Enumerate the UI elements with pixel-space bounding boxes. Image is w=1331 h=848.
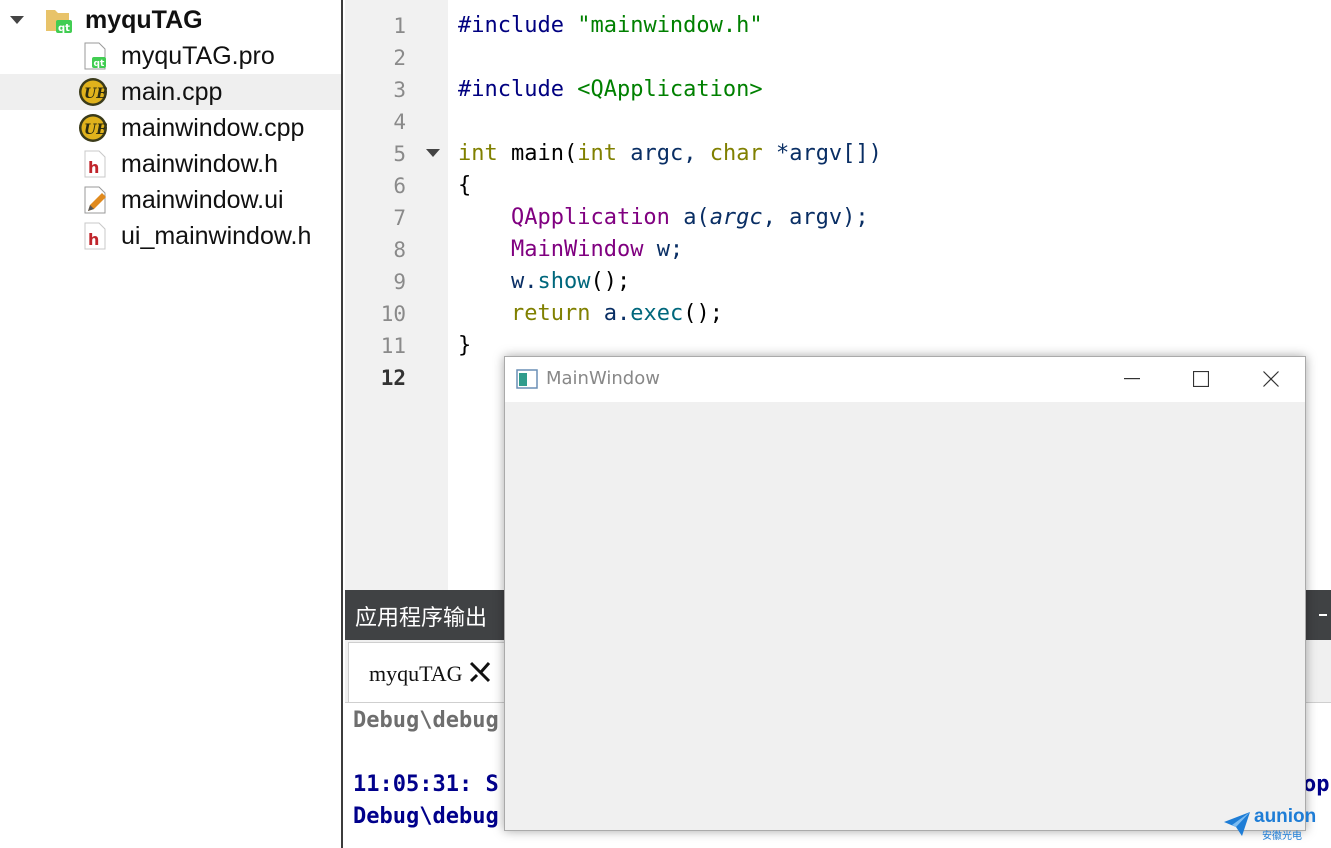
main-window-app[interactable]: MainWindow xyxy=(504,356,1306,831)
keyword: int xyxy=(458,141,498,166)
tree-root-label: myquTAG xyxy=(85,5,203,34)
cpp-source-file-icon: UE xyxy=(79,78,107,106)
tree-item-ui-mainwindow-h[interactable]: h ui_mainwindow.h xyxy=(0,218,341,254)
keyword: return xyxy=(510,301,591,326)
line-number: 7 xyxy=(393,206,406,230)
line-number: 11 xyxy=(380,334,406,358)
include-path: <QApplication> xyxy=(577,77,763,102)
window-title-bar[interactable]: MainWindow xyxy=(505,357,1305,402)
arguments: , argv); xyxy=(762,205,869,230)
code-line-7: QApplication a(argc, argv); xyxy=(458,202,869,234)
cpp-source-file-icon: UE xyxy=(79,114,107,142)
line-number: 4 xyxy=(393,110,406,134)
project-tree: qt myquTAG qt myquTAG.pro UE main.cpp UE… xyxy=(0,0,343,848)
code-line-5: int main(int argc, char *argv[]) xyxy=(458,138,882,170)
line-number: 1 xyxy=(393,14,406,38)
tree-item-label: mainwindow.ui xyxy=(121,185,284,214)
code-line-3: #include <QApplication> xyxy=(458,74,763,106)
paper-plane-icon xyxy=(1224,812,1250,836)
watermark-logo: aunion 安徽光电 xyxy=(1222,806,1327,842)
tree-item-main-cpp[interactable]: UE main.cpp xyxy=(0,74,341,110)
project-folder-icon: qt xyxy=(46,10,72,34)
header-file-icon: h xyxy=(84,222,106,250)
code-line-9: w.show(); xyxy=(458,266,630,298)
current-line-number: 12 xyxy=(380,366,406,390)
preprocessor-directive: #include xyxy=(458,77,564,102)
output-line: Debug\debug xyxy=(353,804,499,829)
watermark-subtext: 安徽光电 xyxy=(1262,831,1302,842)
tree-item-label: mainwindow.h xyxy=(121,149,279,178)
output-line-fragment: op xyxy=(1303,772,1330,797)
code-line-1: #include "mainwindow.h" xyxy=(458,10,763,42)
method-call: show xyxy=(537,269,591,294)
output-line: Debug\debug xyxy=(353,708,499,733)
minimize-icon xyxy=(1124,378,1140,380)
code-line-10: return a.exec(); xyxy=(458,298,723,330)
tree-item-label: mainwindow.cpp xyxy=(121,113,305,142)
app-window-icon xyxy=(516,369,538,389)
svg-text:UE: UE xyxy=(84,122,107,138)
header-file-icon: h xyxy=(84,150,106,178)
close-tab-icon[interactable] xyxy=(467,659,493,685)
keyword: int xyxy=(577,141,617,166)
line-number: 6 xyxy=(393,174,406,198)
close-icon xyxy=(1263,371,1279,387)
maximize-button[interactable] xyxy=(1166,357,1236,402)
tree-item-label: main.cpp xyxy=(121,77,223,106)
code-line-11: } xyxy=(458,333,472,358)
svg-text:h: h xyxy=(88,230,99,249)
line-number: 10 xyxy=(380,302,406,326)
variable: w; xyxy=(656,237,684,262)
line-number: 5 xyxy=(393,142,406,166)
qt-project-file-icon: qt xyxy=(84,42,106,70)
svg-text:qt: qt xyxy=(94,59,105,69)
include-path: "mainwindow.h" xyxy=(577,13,763,38)
call-parens: (); xyxy=(683,301,723,326)
line-number: 8 xyxy=(393,238,406,262)
fold-arrow-icon[interactable] xyxy=(426,149,440,157)
window-title: MainWindow xyxy=(546,368,660,389)
output-line: 11:05:31: S xyxy=(353,772,499,797)
parameter: argc, xyxy=(630,141,710,166)
watermark-text: aunion xyxy=(1254,806,1317,827)
code-line-8: MainWindow w; xyxy=(458,234,683,266)
output-pane-title: 应用程序输出 xyxy=(355,606,488,631)
tree-item-mainwindow-h[interactable]: h mainwindow.h xyxy=(0,146,341,182)
variable: a( xyxy=(683,205,710,230)
code-line-6: { xyxy=(458,173,472,198)
parameter: *argv[]) xyxy=(775,141,882,166)
method-call: exec xyxy=(630,301,684,326)
line-number: 3 xyxy=(393,78,406,102)
minimize-button[interactable] xyxy=(1096,357,1166,402)
class-name: MainWindow xyxy=(510,237,644,262)
call-parens: (); xyxy=(590,269,631,294)
keyword: char xyxy=(709,141,763,166)
expand-arrow-icon[interactable] xyxy=(10,16,24,24)
maximize-icon xyxy=(1193,371,1209,387)
ui-form-file-icon xyxy=(84,186,106,214)
close-window-button[interactable] xyxy=(1236,357,1306,402)
pane-menu-icon[interactable] xyxy=(1319,614,1327,616)
function-name: main( xyxy=(511,141,578,166)
svg-text:qt: qt xyxy=(58,23,70,34)
tree-root-project[interactable]: qt myquTAG xyxy=(0,2,341,38)
preprocessor-directive: #include xyxy=(458,13,564,38)
tree-item-mainwindow-ui[interactable]: mainwindow.ui xyxy=(0,182,341,218)
line-number: 2 xyxy=(393,46,406,70)
line-number: 9 xyxy=(393,270,406,294)
svg-text:h: h xyxy=(88,158,99,177)
tree-item-label: myquTAG.pro xyxy=(121,41,275,70)
object: w. xyxy=(510,269,538,294)
line-number-gutter: 1 2 3 4 5 6 7 8 9 10 11 12 xyxy=(345,0,448,590)
output-tab-label: myquTAG xyxy=(369,661,463,686)
output-tab-myqutag[interactable]: myquTAG xyxy=(348,642,508,702)
tree-item-myqutag-pro[interactable]: qt myquTAG.pro xyxy=(0,38,341,74)
svg-text:UE: UE xyxy=(84,86,107,102)
parameter: argc xyxy=(709,205,763,230)
class-name: QApplication xyxy=(510,205,670,230)
object: a. xyxy=(603,301,631,326)
tree-item-label: ui_mainwindow.h xyxy=(121,221,312,250)
tree-item-mainwindow-cpp[interactable]: UE mainwindow.cpp xyxy=(0,110,341,146)
